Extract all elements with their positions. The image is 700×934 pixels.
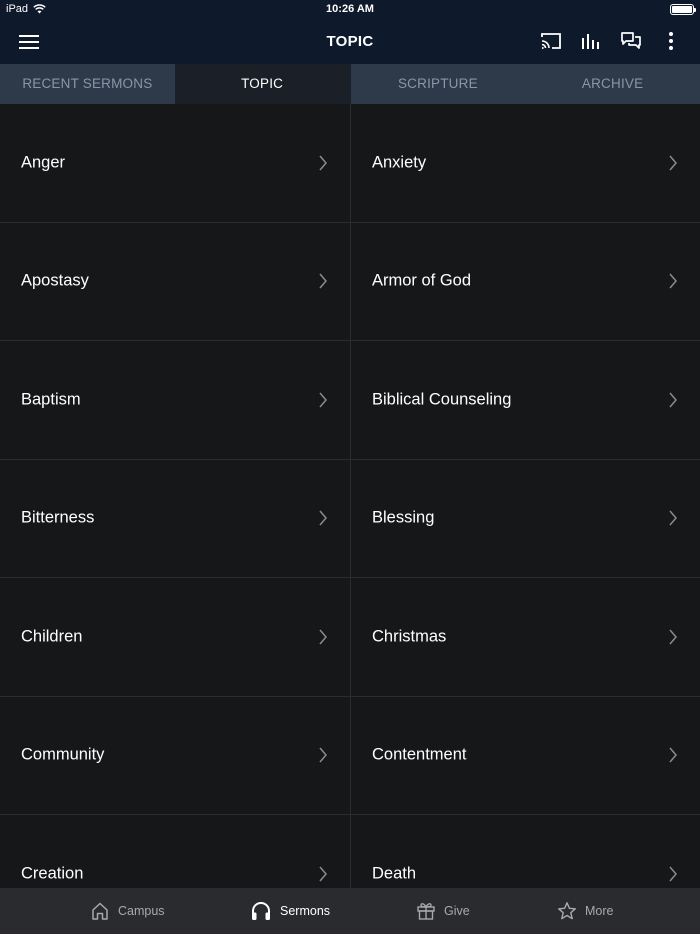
topic-label: Biblical Counseling (372, 390, 512, 409)
topic-label: Baptism (21, 390, 81, 409)
chevron-right-icon (319, 273, 327, 289)
tabbar-give[interactable]: Give (416, 901, 470, 921)
tab-topic[interactable]: TOPIC (174, 64, 350, 104)
chevron-right-icon (319, 747, 327, 763)
topic-label: Armor of God (372, 271, 472, 290)
tabbar-more[interactable]: More (557, 901, 613, 921)
status-time: 10:26 AM (326, 3, 374, 15)
topic-item[interactable]: Biblical Counseling (351, 341, 700, 460)
chevron-right-icon (669, 392, 677, 408)
topic-label: Blessing (372, 508, 435, 527)
tabbar-campus[interactable]: Campus (90, 901, 165, 921)
chevron-right-icon (669, 273, 677, 289)
chevron-right-icon (319, 510, 327, 526)
topic-label: Christmas (372, 627, 447, 646)
gift-icon (417, 903, 435, 920)
chevron-right-icon (669, 155, 677, 171)
headphones-icon (252, 902, 270, 920)
topic-item[interactable]: Contentment (351, 696, 700, 815)
tabbar-label: More (585, 904, 614, 918)
chevron-right-icon (319, 866, 327, 882)
home-icon (92, 902, 108, 920)
tab-scripture[interactable]: SCRIPTURE (351, 64, 526, 104)
topic-label: Death (372, 864, 417, 883)
topic-label: Children (21, 627, 83, 646)
topic-label: Anger (21, 153, 66, 172)
topic-label: Bitterness (21, 508, 95, 527)
topic-item[interactable]: Armor of God (351, 222, 700, 341)
tab-archive[interactable]: ARCHIVE (525, 64, 700, 104)
chevron-right-icon (319, 629, 327, 645)
topic-label: Creation (21, 864, 84, 883)
nav-actions (540, 30, 682, 52)
topic-label: Anxiety (372, 153, 427, 172)
chevron-right-icon (669, 866, 677, 882)
tabbar-label: Campus (118, 904, 165, 918)
topic-label: Community (21, 745, 105, 764)
cast-icon[interactable] (540, 30, 562, 52)
segment-tabs: RECENT SERMONS TOPIC SCRIPTURE ARCHIVE (0, 64, 700, 104)
chat-icon[interactable] (620, 30, 642, 52)
topic-grid: Anger Apostasy Baptism Bitterness Childr… (0, 104, 700, 888)
topic-item[interactable]: Baptism (0, 341, 350, 460)
topic-item[interactable]: Death (351, 815, 700, 888)
status-bar: iPad 10:26 AM (0, 0, 700, 20)
more-vertical-icon[interactable] (660, 30, 682, 52)
topic-item[interactable]: Anxiety (351, 104, 700, 223)
chevron-right-icon (669, 629, 677, 645)
topic-item[interactable]: Bitterness (0, 459, 350, 578)
topic-label: Apostasy (21, 271, 89, 290)
tabbar-label: Give (444, 904, 470, 918)
chevron-right-icon (669, 510, 677, 526)
chevron-right-icon (319, 392, 327, 408)
topic-item[interactable]: Children (0, 578, 350, 697)
topic-item[interactable]: Apostasy (0, 222, 350, 341)
battery-icon (670, 4, 696, 15)
topic-column-right: Anxiety Armor of God Biblical Counseling… (351, 104, 700, 888)
topic-item[interactable]: Community (0, 696, 350, 815)
topic-item[interactable]: Christmas (351, 578, 700, 697)
audio-levels-icon[interactable] (580, 30, 602, 52)
tab-recent-sermons[interactable]: RECENT SERMONS (0, 64, 175, 104)
tabbar-sermons[interactable]: Sermons (250, 901, 330, 921)
topic-column-left: Anger Apostasy Baptism Bitterness Childr… (0, 104, 350, 888)
tabbar-label: Sermons (280, 904, 331, 918)
topic-label: Contentment (372, 745, 467, 764)
chevron-right-icon (319, 155, 327, 171)
chevron-right-icon (669, 747, 677, 763)
nav-bar: TOPIC (0, 20, 700, 64)
topic-item[interactable]: Blessing (351, 459, 700, 578)
bottom-tab-bar: Campus Sermons Give More (0, 888, 700, 934)
star-icon (558, 902, 576, 920)
topic-item[interactable]: Creation (0, 815, 350, 888)
topic-item[interactable]: Anger (0, 104, 350, 223)
